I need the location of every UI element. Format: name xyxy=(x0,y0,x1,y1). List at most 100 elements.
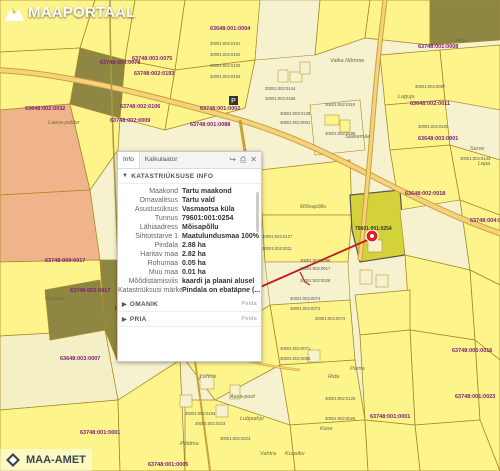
place-label: Rida xyxy=(328,374,339,380)
info-row: Omavalitsus Tartu vald xyxy=(118,196,261,205)
info-row-label: Haritav maa xyxy=(140,251,178,258)
parcel-label-small: 30001:002:0071 xyxy=(280,346,311,351)
place-label: Pärna xyxy=(350,366,365,372)
place-label: Vahtra xyxy=(260,451,276,457)
close-icon[interactable]: ✕ xyxy=(250,155,257,165)
parcel-label-small: 30001:002:0223 xyxy=(220,436,251,441)
place-label: Lehise xyxy=(200,374,216,380)
parcel-label: 63748:002:0106 xyxy=(120,104,160,110)
parcel-label: 63648:002:0018 xyxy=(405,191,445,197)
section-toggle[interactable]: Peida xyxy=(241,301,257,307)
info-row-label: Rohumaa xyxy=(147,260,178,267)
parcel-label-small: 30001:002:0182 xyxy=(210,52,241,57)
parcel-label: 63648:002:0011 xyxy=(410,101,450,107)
parcel-label-small: 30001:002:0223 xyxy=(195,421,226,426)
info-row-value: kaardi ja plaani alusel xyxy=(182,278,255,285)
section-katastriuksuse-info[interactable]: ▼ KATASTRIÜKSUSE INFO xyxy=(118,169,261,184)
parcel-label: 63648:003:0007 xyxy=(60,356,100,362)
parcel-label: 63748:001:0008 xyxy=(418,44,458,50)
section-omanik[interactable]: ▶ OMANIK Peida xyxy=(118,297,261,312)
chevron-down-icon: ▼ xyxy=(122,173,129,179)
parcel-label-small: 30001:002:0025 xyxy=(325,416,356,421)
place-label: Lubjaahju xyxy=(240,416,264,422)
info-row-value: Mõisapõllu xyxy=(182,224,219,231)
parcel-label: 63748:001:0001 xyxy=(370,414,410,420)
logo-icon xyxy=(4,5,24,21)
attribution: MAA-AMET xyxy=(0,449,92,471)
info-row: Sihtotstarve 1 Maatulundusmaa 100% xyxy=(118,232,261,241)
place-label: Põldma xyxy=(180,441,199,447)
parcel-label-small: 30001:002:0073 xyxy=(290,306,321,311)
info-row-label: Sihtotstarve 1 xyxy=(135,233,178,240)
place-label: Vaika Nõmme xyxy=(330,58,364,64)
share-icon[interactable]: ↪ xyxy=(229,155,236,165)
info-row-value: Tartu vald xyxy=(182,197,215,204)
parcel-label: 63748:001:0002 xyxy=(200,106,240,112)
section-title: PRIA xyxy=(129,315,147,323)
info-row: Muu maa 0.01 ha xyxy=(118,268,261,277)
parcel-label: 63748:001:0005 xyxy=(148,462,188,468)
parcel-label: 63748:005:0016 xyxy=(452,348,492,354)
parcel-label: 63748:001:0023 xyxy=(455,394,495,400)
parcel-label: 63748:002:0009 xyxy=(110,118,150,124)
parcel-label-small: 30001:002:0183 xyxy=(210,63,241,68)
parcel-label: 63748:009:0017 xyxy=(45,258,85,264)
parcel-label-small: 30001:002:0181 xyxy=(210,41,241,46)
parcel-label: 63748:003:0075 xyxy=(132,56,172,62)
place-label: Lepa xyxy=(478,161,490,167)
info-panel: Info Kalkulaator ↪ ⎙ ✕ ▼ KATASTRIÜKSUSE … xyxy=(117,151,262,362)
info-row: Rohumaa 0.05 ha xyxy=(118,259,261,268)
info-row-value: Tartu maakond xyxy=(182,188,232,195)
info-row-label: Muu maa xyxy=(148,269,178,276)
info-row-value: Maatulundusmaa 100% xyxy=(182,233,260,240)
chevron-right-icon: ▶ xyxy=(122,301,127,308)
info-row-value: 0.01 ha xyxy=(182,269,206,276)
info-row: Tunnus 79601:001:0254 xyxy=(118,214,261,223)
selected-parcel-label: 79601:001:0254 xyxy=(355,226,392,232)
print-icon[interactable]: ⎙ xyxy=(240,155,246,165)
place-label: Kurelao xyxy=(45,296,64,302)
info-row-label: Omavalitsus xyxy=(139,197,178,204)
info-row: Lähiaadress Mõisapõllu xyxy=(118,223,261,232)
info-row-label: Tunnus xyxy=(154,215,178,222)
section-title: OMANIK xyxy=(129,300,159,308)
tab-info[interactable]: Info xyxy=(118,152,140,168)
parcel-label-small: 30001:002:0126 xyxy=(325,396,356,401)
info-row-value: Vasmaotsa küla xyxy=(182,206,235,213)
section-toggle[interactable]: Peida xyxy=(241,316,257,322)
place-label: Mõisapõllu xyxy=(300,204,326,210)
place-label: Aasa-pool xyxy=(229,394,256,400)
parcel-label-small: 30001:002:0127 xyxy=(262,234,293,239)
svg-text:P: P xyxy=(231,98,236,105)
maa-amet-icon xyxy=(6,453,20,467)
section-pria[interactable]: ▶ PRIA Peida xyxy=(118,312,261,327)
info-row: Asustusüksus Vasmaotsa küla xyxy=(118,205,261,214)
parcel-label: 63748:001:0088 xyxy=(190,122,230,128)
parcel-label: 63648:002:0032 xyxy=(25,106,65,112)
info-row-value: 0.05 ha xyxy=(182,260,206,267)
info-row: Pindala 2.88 ha xyxy=(118,241,261,250)
chevron-right-icon: ▶ xyxy=(122,316,127,323)
parcel-label-small: 30001:002:0028 xyxy=(300,278,331,283)
parcel-label-small: 30001:002:0144 xyxy=(265,86,296,91)
info-row: Haritav maa 2.82 ha xyxy=(118,250,261,259)
scrollbar[interactable] xyxy=(256,192,259,232)
maaportaal-logo[interactable]: MAAPORTAAL xyxy=(4,4,136,21)
info-row-label: Pindala xyxy=(154,242,178,249)
place-label: Laguja xyxy=(398,94,415,100)
info-rows: Maakond Tartu maakond Omavalitsus Tartu val… xyxy=(118,184,261,297)
info-row-label: Katastriüksusi märked xyxy=(118,287,182,294)
info-row-label: Lähiaadress xyxy=(139,224,178,231)
parcel-label: 63648:001:0004 xyxy=(210,26,251,32)
place-label: Sarve xyxy=(470,146,484,152)
parcel-label-small: 30001:002:0156 xyxy=(265,96,296,101)
parcel-label-small: 30001:002:0017 xyxy=(300,266,331,271)
brand-name: MAAPORTAAL xyxy=(28,4,136,21)
parcel-label-small: 30001:002:0100 xyxy=(418,124,449,129)
tab-kalkulaator[interactable]: Kalkulaator xyxy=(140,152,183,168)
place-label: Kuusiku xyxy=(285,451,305,457)
place-label: Aasa xyxy=(454,38,468,44)
panel-tabs: Info Kalkulaator ↪ ⎙ ✕ xyxy=(118,152,261,169)
parcel-label-small: 30001:002:0098 xyxy=(300,258,331,263)
info-row-value: 2.88 ha xyxy=(182,242,206,249)
